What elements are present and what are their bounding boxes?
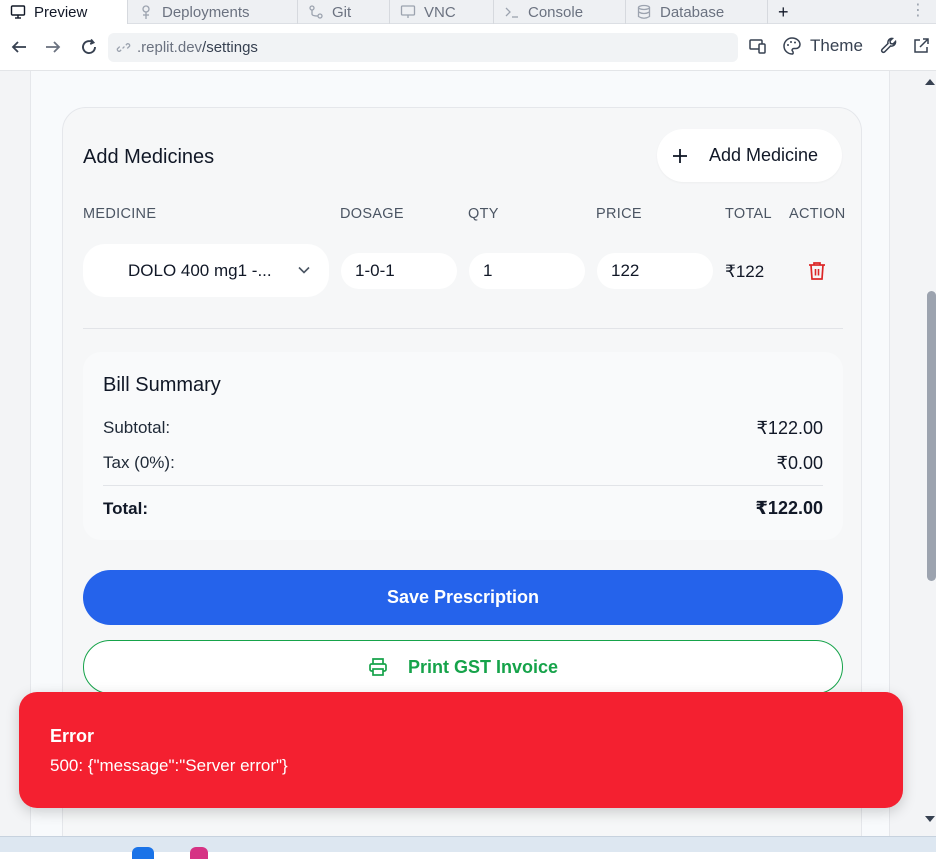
print-invoice-label: Print GST Invoice bbox=[407, 656, 559, 677]
link-icon bbox=[116, 43, 131, 52]
more-options-icon[interactable]: ⋮ bbox=[910, 0, 926, 20]
taskbar-app-icon[interactable] bbox=[190, 847, 208, 859]
total-label: Total: bbox=[103, 499, 149, 518]
tab-deployments[interactable]: Deployments bbox=[128, 0, 298, 24]
bill-summary-title: Bill Summary bbox=[103, 374, 221, 396]
column-header-qty: QTY bbox=[468, 206, 499, 222]
bill-summary: Bill Summary Subtotal: ₹122.00 Tax (0%):… bbox=[83, 352, 843, 540]
tab-label: Console bbox=[528, 3, 584, 21]
url-field[interactable]: .replit.dev/settings bbox=[108, 33, 738, 62]
save-prescription-button[interactable]: Save Prescription bbox=[83, 570, 843, 625]
forward-button[interactable] bbox=[42, 36, 64, 58]
toast-message: 500: {"message":"Server error"} bbox=[50, 756, 288, 775]
external-link-icon bbox=[914, 38, 929, 53]
tab-label: Database bbox=[660, 3, 725, 21]
reload-icon bbox=[82, 38, 96, 54]
row-total: ₹122 bbox=[725, 262, 765, 281]
medicine-select-value: DOLO 400 mg1 -... bbox=[128, 260, 272, 280]
theme-label: Theme bbox=[810, 36, 863, 55]
tab-label: Git bbox=[332, 3, 352, 21]
printer-icon bbox=[369, 658, 387, 676]
tab-console[interactable]: Console bbox=[494, 0, 626, 24]
column-header-medicine: MEDICINE bbox=[83, 206, 157, 222]
taskbar-app-icon[interactable] bbox=[132, 847, 154, 859]
open-new-window-button[interactable] bbox=[911, 36, 931, 56]
scroll-thumb[interactable] bbox=[927, 291, 936, 581]
toast-title: Error bbox=[50, 726, 95, 746]
subtotal-label: Subtotal: bbox=[103, 418, 171, 437]
total-value: ₹122.00 bbox=[755, 498, 823, 518]
summary-divider bbox=[103, 485, 823, 486]
tab-strip: Preview Deployments Git VNC Console Data… bbox=[0, 0, 936, 24]
scrollbar[interactable] bbox=[922, 71, 936, 836]
tax-label: Tax (0%): bbox=[103, 453, 175, 472]
chevron-down-icon bbox=[298, 266, 310, 274]
os-taskbar bbox=[0, 836, 936, 859]
console-icon bbox=[505, 7, 518, 18]
devices-button[interactable] bbox=[748, 36, 768, 56]
reload-button[interactable] bbox=[78, 36, 100, 58]
delete-row-button[interactable] bbox=[807, 260, 829, 282]
url-host: .replit.dev bbox=[137, 39, 203, 56]
arrow-right-icon bbox=[46, 41, 61, 53]
tax-value: ₹0.00 bbox=[776, 453, 824, 473]
tab-database[interactable]: Database bbox=[626, 0, 768, 24]
add-medicine-label: Add Medicine bbox=[709, 145, 819, 165]
arrow-left-icon bbox=[11, 41, 26, 53]
tab-label: VNC bbox=[424, 3, 456, 21]
address-bar: .replit.dev/settings Theme bbox=[0, 24, 936, 71]
column-header-price: PRICE bbox=[596, 206, 642, 222]
add-medicine-button[interactable]: Add Medicine bbox=[657, 129, 842, 182]
scroll-down-icon[interactable] bbox=[925, 816, 935, 822]
scroll-up-icon[interactable] bbox=[925, 79, 935, 85]
column-header-action: ACTION bbox=[789, 206, 846, 222]
tab-vnc[interactable]: VNC bbox=[390, 0, 494, 24]
theme-button[interactable]: Theme bbox=[782, 36, 863, 56]
tab-git[interactable]: Git bbox=[298, 0, 390, 24]
devices-icon bbox=[749, 39, 766, 54]
plus-icon bbox=[673, 148, 687, 163]
print-invoice-button[interactable]: Print GST Invoice bbox=[83, 640, 843, 694]
devtools-button[interactable] bbox=[879, 36, 899, 56]
plus-icon: + bbox=[778, 1, 789, 22]
git-icon bbox=[309, 5, 323, 19]
divider bbox=[83, 328, 843, 329]
medicine-select[interactable]: DOLO 400 mg1 -... bbox=[83, 244, 329, 297]
column-header-dosage: DOSAGE bbox=[340, 206, 404, 222]
save-prescription-label: Save Prescription bbox=[386, 587, 540, 607]
column-header-total: TOTAL bbox=[725, 206, 772, 222]
dosage-input[interactable]: 1-0-1 bbox=[341, 253, 457, 289]
palette-icon bbox=[783, 37, 801, 55]
tab-label: Preview bbox=[34, 3, 88, 21]
dosage-value: 1-0-1 bbox=[355, 261, 395, 280]
qty-input[interactable]: 1 bbox=[469, 253, 585, 289]
tab-label: Deployments bbox=[162, 3, 250, 21]
trash-icon bbox=[809, 262, 825, 280]
vnc-icon bbox=[400, 5, 416, 18]
monitor-icon bbox=[10, 5, 26, 19]
database-icon bbox=[637, 4, 651, 19]
error-toast[interactable]: Error 500: {"message":"Server error"} bbox=[19, 692, 903, 808]
price-input[interactable]: 122 bbox=[597, 253, 713, 289]
price-value: 122 bbox=[611, 261, 640, 280]
url-path: /settings bbox=[202, 39, 258, 56]
subtotal-value: ₹122.00 bbox=[756, 418, 823, 438]
new-tab-button[interactable]: + bbox=[768, 0, 810, 24]
qty-value: 1 bbox=[483, 261, 493, 280]
tab-preview[interactable]: Preview bbox=[0, 0, 128, 24]
deployments-icon bbox=[142, 5, 150, 19]
back-button[interactable] bbox=[8, 36, 30, 58]
medicines-title: Add Medicines bbox=[83, 146, 215, 168]
wrench-icon bbox=[880, 37, 897, 54]
